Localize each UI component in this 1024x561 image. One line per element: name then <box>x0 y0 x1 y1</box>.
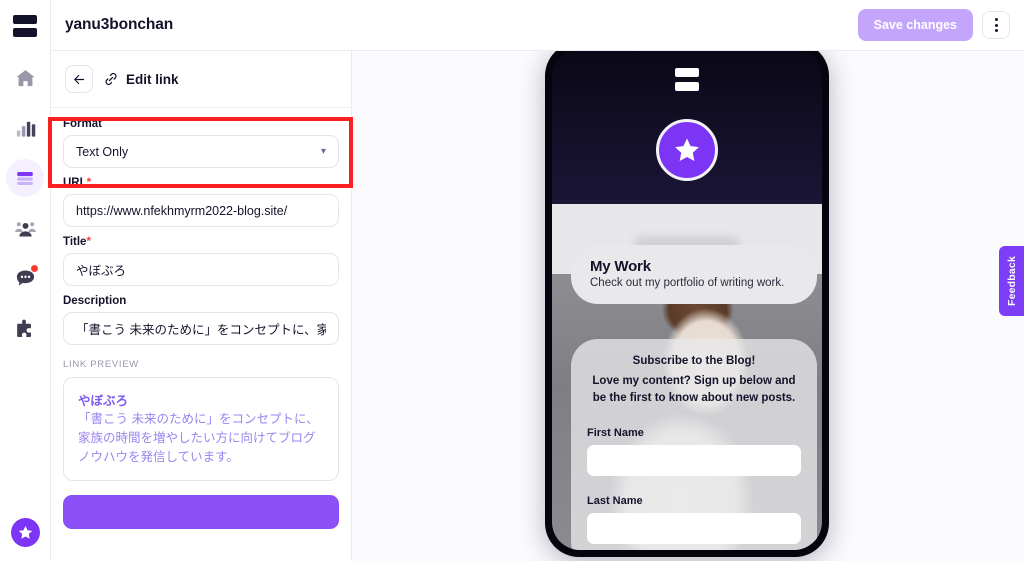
user-avatar[interactable] <box>11 518 40 547</box>
home-icon <box>15 69 35 86</box>
format-value: Text Only <box>76 144 129 159</box>
profile-avatar <box>656 119 718 181</box>
app-root: yanu3bonchan Save changes Edit link Form… <box>0 0 1024 561</box>
link-preview-title: やぼぶろ <box>78 394 129 408</box>
subscribe-body: Love my content? Sign up below and be th… <box>592 375 796 405</box>
sidebar-item-audience[interactable] <box>6 209 44 247</box>
sidebar-item-analytics[interactable] <box>6 109 44 147</box>
star-avatar-icon <box>675 138 699 161</box>
sidebar-item-links[interactable] <box>6 159 44 197</box>
preview-link-card-my-work[interactable]: My Work Check out my portfolio of writin… <box>571 245 817 304</box>
preview-stage: My Work Check out my portfolio of writin… <box>352 51 1024 561</box>
title-input[interactable] <box>63 253 339 286</box>
feedback-label: Feedback <box>1005 255 1018 307</box>
sidebar-item-home[interactable] <box>6 59 44 97</box>
format-select[interactable]: Text Only ▾ <box>63 135 339 168</box>
field-description: Description <box>63 295 339 345</box>
phone-screen: My Work Check out my portfolio of writin… <box>552 51 822 550</box>
sidebar-item-integrations[interactable] <box>6 309 44 347</box>
field-title: Title* <box>63 236 339 286</box>
feedback-tab[interactable]: Feedback <box>999 246 1024 316</box>
link-preview-card: やぼぶろ 「書こう 未来のために」をコンセプトに、家族の時間を増やしたい方に向け… <box>63 377 339 482</box>
bio-link-logo[interactable] <box>13 13 37 39</box>
bio-link-logo <box>675 68 699 91</box>
description-input[interactable] <box>63 312 339 345</box>
back-button[interactable] <box>65 65 93 93</box>
left-nav-rail <box>0 0 51 561</box>
more-options-button[interactable] <box>982 11 1010 39</box>
my-work-title: My Work <box>590 258 651 275</box>
mobile-phone-frame: My Work Check out my portfolio of writin… <box>545 51 829 557</box>
required-marker: * <box>86 236 91 248</box>
stacked-links-icon <box>17 172 33 185</box>
primary-action-button[interactable] <box>63 495 339 530</box>
sidebar-item-messages[interactable] <box>6 259 44 297</box>
save-changes-button[interactable]: Save changes <box>857 9 973 41</box>
field-format: Format Text Only ▾ <box>63 118 339 168</box>
field-url: URL* <box>63 177 339 227</box>
top-bar-actions: Save changes <box>857 9 1010 41</box>
edit-link-panel: Edit link Format Text Only ▾ URL* Title* <box>51 51 352 561</box>
title-label-text: Title <box>63 236 87 248</box>
title-label: Title* <box>63 236 339 248</box>
bar-chart-icon <box>16 121 35 137</box>
last-name-label: Last Name <box>587 494 643 507</box>
people-icon <box>14 221 36 237</box>
star-avatar-icon <box>18 525 33 539</box>
first-name-input[interactable] <box>587 444 801 476</box>
panel-heading: Edit link <box>103 71 179 87</box>
panel-heading-text: Edit link <box>126 71 179 87</box>
link-preview-section-label: LINK PREVIEW <box>63 359 139 370</box>
top-bar: yanu3bonchan Save changes <box>51 0 1024 51</box>
link-preview-description: 「書こう 未来のために」をコンセプトに、家族の時間を増やしたい方に向けてブログノ… <box>78 412 319 464</box>
arrow-left-icon <box>73 74 84 84</box>
url-input[interactable] <box>63 194 339 227</box>
edit-link-form: Format Text Only ▾ URL* Title* Desc <box>51 108 351 534</box>
puzzle-piece-icon <box>16 318 31 337</box>
my-work-subtitle: Check out my portfolio of writing work. <box>590 277 785 289</box>
description-label: Description <box>63 295 127 307</box>
preview-subscribe-card: Subscribe to the Blog! Love my content? … <box>571 339 817 550</box>
panel-header: Edit link <box>51 51 351 108</box>
page-title: yanu3bonchan <box>65 16 174 33</box>
last-name-input[interactable] <box>587 512 801 544</box>
nav-items <box>6 59 44 347</box>
url-label: URL* <box>63 177 339 189</box>
chevron-down-icon: ▾ <box>320 146 326 157</box>
subscribe-heading: Subscribe to the Blog! <box>632 355 756 367</box>
chain-link-icon <box>105 72 117 86</box>
format-label: Format <box>63 118 102 130</box>
url-label-text: URL <box>63 177 87 189</box>
unread-badge <box>30 264 39 273</box>
first-name-label: First Name <box>587 426 644 439</box>
required-marker: * <box>86 177 92 189</box>
